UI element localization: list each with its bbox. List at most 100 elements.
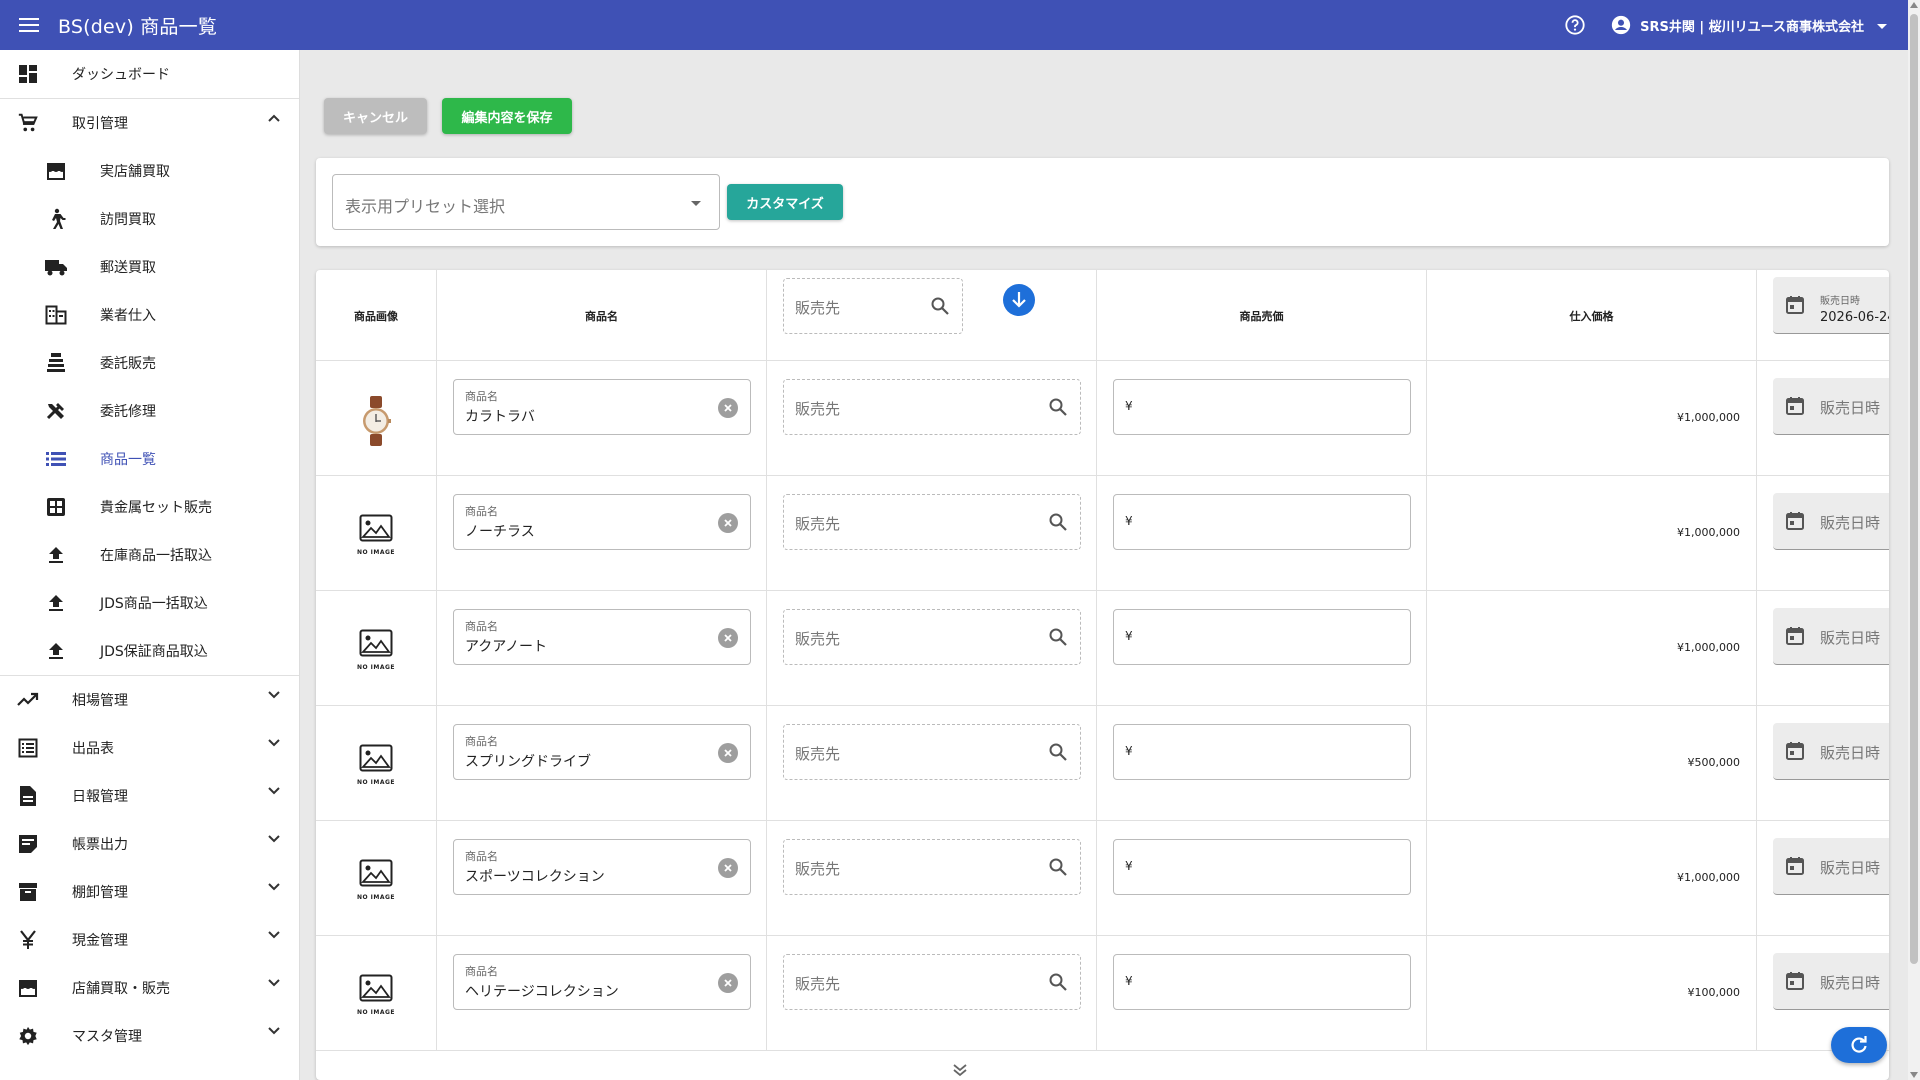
buyer-input[interactable]: 販売先 — [783, 839, 1081, 895]
product-image[interactable]: NO IMAGE — [316, 744, 436, 786]
help-icon[interactable] — [1564, 14, 1586, 36]
sidebar-item-market[interactable]: 相場管理 — [0, 676, 299, 724]
buyer-filter-input[interactable]: 販売先 — [783, 278, 963, 334]
sidebar-item-form-output[interactable]: 帳票出力 — [0, 820, 299, 868]
search-icon[interactable] — [1048, 742, 1068, 762]
product-name-field-label: 商品名 — [465, 965, 498, 978]
header-cell-sale-price: 商品売価 — [1097, 270, 1427, 360]
buyer-input[interactable]: 販売先 — [783, 954, 1081, 1010]
product-image[interactable] — [316, 395, 436, 451]
buyer-cell: 販売先 — [767, 476, 1097, 590]
sidebar-item-visit-purchase[interactable]: 訪問買取 — [0, 195, 299, 243]
product-name-field[interactable]: 商品名 スポーツコレクション — [453, 839, 751, 895]
buyer-input[interactable]: 販売先 — [783, 494, 1081, 550]
sidebar-item-consignment-repair[interactable]: 委託修理 — [0, 387, 299, 435]
sale-price-input[interactable]: ¥ — [1113, 724, 1411, 780]
search-icon[interactable] — [1048, 397, 1068, 417]
product-image[interactable]: NO IMAGE — [316, 859, 436, 901]
product-image[interactable]: NO IMAGE — [316, 514, 436, 556]
buyer-input[interactable]: 販売先 — [783, 724, 1081, 780]
sidebar-item-precious-metal-set[interactable]: 貴金属セット販売 — [0, 483, 299, 531]
refresh-button[interactable] — [1831, 1027, 1887, 1063]
scroll-down-hint-icon[interactable] — [948, 1060, 972, 1080]
sale-date-cell: 販売日時 — [1757, 591, 1889, 705]
sidebar-item-listing-sheet[interactable]: 出品表 — [0, 724, 299, 772]
sale-price-input[interactable]: ¥ — [1113, 839, 1411, 895]
account-icon[interactable] — [1610, 14, 1632, 36]
product-name-field-label: 商品名 — [465, 505, 498, 518]
archive-icon — [16, 880, 40, 904]
scroll-down-arrow-icon[interactable] — [1910, 1072, 1918, 1078]
sale-date-input[interactable]: 販売日時 — [1773, 493, 1889, 550]
search-icon[interactable] — [930, 296, 950, 316]
search-icon[interactable] — [1048, 512, 1068, 532]
clear-icon[interactable] — [718, 743, 738, 763]
sale-price-input[interactable]: ¥ — [1113, 609, 1411, 665]
cancel-button[interactable]: キャンセル — [324, 98, 427, 134]
product-name-field[interactable]: 商品名 アクアノート — [453, 609, 751, 665]
sale-date-input[interactable]: 販売日時 — [1773, 608, 1889, 665]
sidebar-item-master[interactable]: マスタ管理 — [0, 1012, 299, 1060]
user-name[interactable]: SRS井関 | 桜川リユース商事株式会社 — [1640, 16, 1864, 35]
sidebar-item-shop[interactable]: 店舗買取・販売 — [0, 964, 299, 1012]
sidebar-item-consignment-sale[interactable]: 委託販売 — [0, 339, 299, 387]
sidebar-item-trade[interactable]: 取引管理 — [0, 99, 299, 147]
sale-date-filter-value: 2026-06-24 — [1820, 310, 1889, 325]
clear-icon[interactable] — [718, 858, 738, 878]
product-name-field[interactable]: 商品名 スプリングドライブ — [453, 724, 751, 780]
sale-date-input[interactable]: 販売日時 — [1773, 953, 1889, 1010]
sidebar-item-vendor-purchase[interactable]: 業者仕入 — [0, 291, 299, 339]
customize-button[interactable]: カスタマイズ — [727, 184, 843, 220]
buyer-placeholder: 販売先 — [795, 630, 841, 648]
sale-price-input[interactable]: ¥ — [1113, 379, 1411, 435]
buyer-input[interactable]: 販売先 — [783, 609, 1081, 665]
scroll-up-arrow-icon[interactable] — [1910, 2, 1918, 8]
sidebar-item-daily-report[interactable]: 日報管理 — [0, 772, 299, 820]
sale-date-filter[interactable]: 販売日時 2026-06-24 — [1773, 277, 1889, 334]
clear-icon[interactable] — [718, 973, 738, 993]
buyer-input[interactable]: 販売先 — [783, 379, 1081, 435]
product-image[interactable]: NO IMAGE — [316, 629, 436, 671]
sidebar-item-inventory[interactable]: 棚卸管理 — [0, 868, 299, 916]
preset-select[interactable]: 表示用プリセット選択 — [332, 174, 720, 230]
product-name-value: カラトラバ — [465, 409, 535, 425]
product-name-field[interactable]: 商品名 カラトラバ — [453, 379, 751, 435]
product-name-field[interactable]: 商品名 ヘリテージコレクション — [453, 954, 751, 1010]
document-icon — [16, 784, 40, 808]
vertical-scrollbar[interactable] — [1908, 0, 1920, 1080]
sale-price-input[interactable]: ¥ — [1113, 954, 1411, 1010]
sale-date-input[interactable]: 販売日時 — [1773, 723, 1889, 780]
save-button[interactable]: 編集内容を保存 — [442, 98, 572, 134]
sidebar-item-dashboard[interactable]: ダッシュボード — [0, 50, 299, 98]
buyer-cell: 販売先 — [767, 591, 1097, 705]
clear-icon[interactable] — [718, 398, 738, 418]
no-image-icon — [359, 974, 393, 1006]
scrollbar-thumb[interactable] — [1910, 14, 1918, 964]
clear-icon[interactable] — [718, 513, 738, 533]
sidebar-item-stock-import[interactable]: 在庫商品一括取込 — [0, 531, 299, 579]
menu-icon[interactable] — [0, 0, 58, 50]
sidebar-item-jds-import[interactable]: JDS商品一括取込 — [0, 579, 299, 627]
sidebar-item-label: 現金管理 — [72, 933, 128, 949]
search-icon[interactable] — [1048, 972, 1068, 992]
table-row: NO IMAGE 商品名 ヘリテージコレクション 販売先 ¥ ¥100,000 販売日時 — [316, 936, 1889, 1051]
sidebar-item-store-purchase[interactable]: 実店舗買取 — [0, 147, 299, 195]
sale-date-input[interactable]: 販売日時 — [1773, 378, 1889, 435]
account-dropdown-icon[interactable] — [1876, 16, 1888, 35]
product-name-field[interactable]: 商品名 ノーチラス — [453, 494, 751, 550]
search-icon[interactable] — [1048, 627, 1068, 647]
clear-icon[interactable] — [718, 628, 738, 648]
header-cell-buyer: 販売先 — [767, 270, 1097, 360]
search-icon[interactable] — [1048, 857, 1068, 877]
sidebar-item-jds-warranty-import[interactable]: JDS保証商品取込 — [0, 627, 299, 675]
sidebar-item-cash[interactable]: 現金管理 — [0, 916, 299, 964]
sidebar-item-label: 貴金属セット販売 — [100, 500, 212, 516]
sort-descending-button[interactable] — [1003, 284, 1035, 316]
sidebar-item-product-list[interactable]: 商品一覧 — [0, 435, 299, 483]
sale-date-input[interactable]: 販売日時 — [1773, 838, 1889, 895]
sale-price-input[interactable]: ¥ — [1113, 494, 1411, 550]
sidebar-item-mail-purchase[interactable]: 郵送買取 — [0, 243, 299, 291]
product-image[interactable]: NO IMAGE — [316, 974, 436, 1016]
buyer-placeholder: 販売先 — [795, 860, 841, 878]
no-image-icon — [359, 744, 393, 776]
